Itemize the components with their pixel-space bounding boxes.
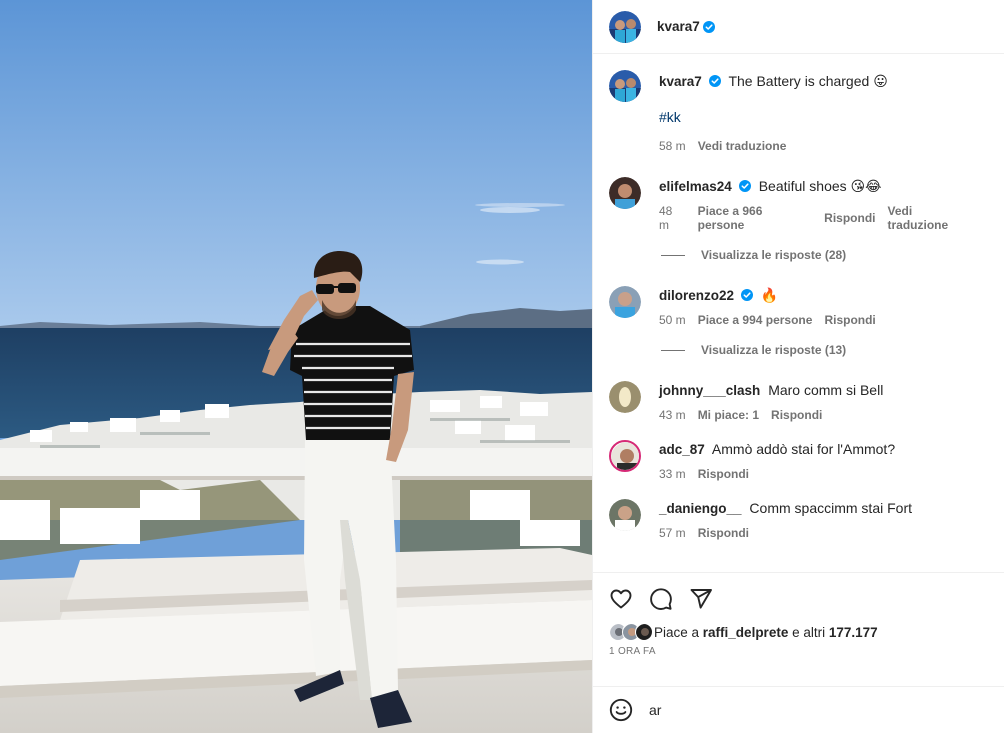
comment-time[interactable]: 57 m	[659, 526, 686, 540]
comment-username[interactable]: johnny___clash	[659, 383, 760, 398]
comment-item: _daniengo__ Comm spaccimm stai Fort 57 m…	[609, 499, 988, 540]
caption-time[interactable]: 58 m	[659, 139, 686, 153]
avatar-image	[609, 286, 641, 318]
comment-time[interactable]: 43 m	[659, 408, 686, 422]
comment-likes[interactable]: Mi piace: 1	[698, 408, 759, 422]
likers-avatars	[609, 623, 653, 641]
comment-composer	[593, 686, 1004, 733]
caption-text: The Battery is charged	[728, 73, 870, 89]
replies-divider	[661, 254, 685, 256]
likes-suffix: e altri	[792, 624, 826, 640]
verified-badge-icon	[741, 289, 754, 301]
comment-text: Maro comm si Bell	[768, 382, 884, 398]
comment-icon[interactable]	[649, 587, 673, 611]
comment-time[interactable]: 33 m	[659, 467, 686, 481]
post-photo[interactable]	[0, 0, 592, 733]
comment-username[interactable]: elifelmas24	[659, 179, 732, 194]
verified-badge-icon	[708, 75, 721, 87]
share-icon[interactable]	[689, 587, 713, 611]
fire-emoji-icon: 🔥	[760, 287, 779, 303]
translate-link[interactable]: Vedi traduzione	[698, 139, 787, 153]
comment-username[interactable]: dilorenzo22	[659, 288, 734, 303]
reply-button[interactable]: Rispondi	[698, 467, 749, 481]
verified-badge-icon	[738, 180, 751, 192]
comment-text: Beatiful shoes	[758, 178, 847, 194]
liker-avatar	[635, 623, 653, 641]
commenter-avatar[interactable]	[609, 381, 641, 413]
comment-username[interactable]: _daniengo__	[659, 501, 742, 516]
post-side-panel: kvara7 kvara7 The Battery is charged 😛 #…	[592, 0, 1004, 733]
comment-text: Comm spaccimm stai Fort	[749, 500, 912, 516]
post-header: kvara7	[593, 0, 1004, 54]
kiss-laugh-emoji-icon: 😘😂	[850, 178, 882, 194]
avatar-image	[609, 177, 641, 209]
heart-icon[interactable]	[609, 587, 633, 611]
likes-count[interactable]: 177.177	[829, 625, 878, 640]
comment-username[interactable]: adc_87	[659, 442, 705, 457]
view-replies-button[interactable]: Visualizza le risposte (28)	[661, 248, 988, 262]
author-username[interactable]: kvara7	[657, 19, 700, 34]
avatar-image	[611, 442, 639, 470]
smiley-icon[interactable]	[609, 698, 633, 722]
reply-button[interactable]: Rispondi	[698, 526, 749, 540]
reply-button[interactable]: Rispondi	[771, 408, 822, 422]
commenter-avatar[interactable]	[609, 440, 641, 472]
likes-user[interactable]: raffi_delprete	[703, 625, 789, 640]
comment-time[interactable]: 50 m	[659, 313, 686, 327]
post-photo-illustration	[0, 0, 592, 733]
reply-button[interactable]: Rispondi	[824, 211, 875, 225]
reply-button[interactable]: Rispondi	[824, 313, 875, 327]
avatar-image	[609, 499, 641, 531]
post-timestamp[interactable]: 1 ORA FA	[593, 646, 1004, 657]
avatar-image	[609, 10, 641, 43]
post-actions: Piace a raffi_delprete e altri 177.177 1…	[593, 572, 1004, 686]
comment-item: adc_87 Ammò addò stai for l'Ammot? 33 m …	[609, 440, 988, 481]
view-replies-button[interactable]: Visualizza le risposte (13)	[661, 343, 988, 357]
comment-item: dilorenzo22 🔥 50 m Piace a 994 persone R…	[609, 286, 988, 327]
translate-link[interactable]: Vedi traduzione	[888, 204, 977, 232]
view-replies-label: Visualizza le risposte (28)	[701, 248, 847, 262]
comment-input[interactable]	[649, 702, 949, 718]
tongue-emoji-icon: 😛	[873, 73, 888, 89]
avatar-image	[609, 70, 641, 102]
verified-badge-icon	[702, 20, 715, 33]
hashtag-link[interactable]: #kk	[659, 109, 988, 125]
caption-avatar[interactable]	[609, 70, 641, 102]
commenter-avatar[interactable]	[609, 499, 641, 531]
comment-item: johnny___clash Maro comm si Bell 43 m Mi…	[609, 381, 988, 422]
view-replies-label: Visualizza le risposte (13)	[701, 343, 847, 357]
commenter-avatar[interactable]	[609, 177, 641, 209]
likes-prefix: Piace a	[654, 624, 700, 640]
caption-username[interactable]: kvara7	[659, 74, 702, 89]
comments-list[interactable]: kvara7 The Battery is charged 😛 #kk 58 m…	[593, 54, 1004, 572]
comment-likes[interactable]: Piace a 994 persone	[698, 313, 813, 327]
author-avatar[interactable]	[609, 10, 641, 43]
post-caption: kvara7 The Battery is charged 😛 #kk 58 m…	[609, 70, 988, 153]
replies-divider	[661, 349, 685, 351]
comment-time[interactable]: 48 m	[659, 204, 686, 232]
comment-item: elifelmas24 Beatiful shoes 😘😂 48 m Piace…	[609, 177, 988, 232]
commenter-avatar[interactable]	[609, 286, 641, 318]
avatar-image	[609, 381, 641, 413]
likes-summary[interactable]: Piace a raffi_delprete e altri 177.177	[593, 623, 1004, 641]
comment-text: Ammò addò stai for l'Ammot?	[711, 441, 896, 457]
comment-likes[interactable]: Piace a 966 persone	[698, 204, 813, 232]
